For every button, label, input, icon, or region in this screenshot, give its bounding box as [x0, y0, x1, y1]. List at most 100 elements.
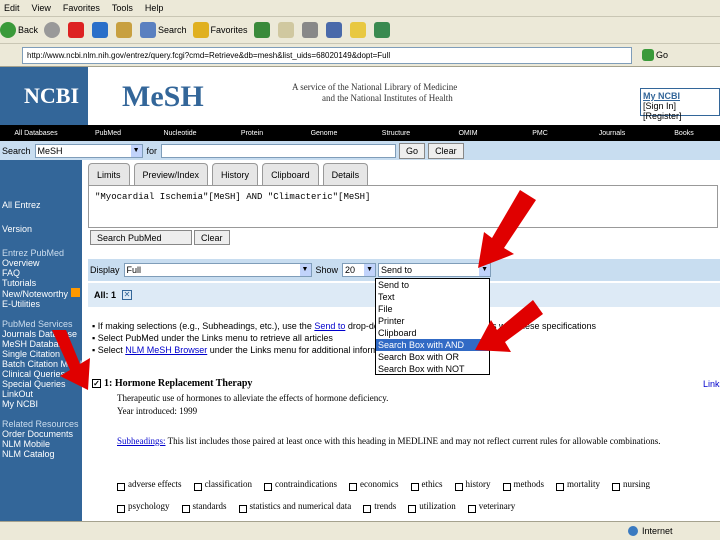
favorites-button[interactable]: Favorites	[192, 22, 248, 38]
search-row: Search MeSH ▼ for Go Clear	[0, 141, 720, 160]
menu-tools[interactable]: Tools	[112, 3, 133, 13]
display-format-select[interactable]: Full ▼	[123, 263, 312, 277]
checkbox-psychology[interactable]: psychology	[117, 501, 176, 517]
clear-search-button[interactable]: Clear	[428, 142, 464, 159]
tab-clipboard[interactable]: Clipboard	[262, 163, 319, 185]
database-select[interactable]: MeSH ▼	[34, 143, 143, 158]
forward-button[interactable]	[44, 22, 62, 38]
nav-structure[interactable]: Structure	[360, 130, 432, 137]
scissors-icon[interactable]: ✕	[122, 290, 133, 300]
dropdown-option-search-box-and[interactable]: Search Box with AND	[376, 339, 489, 351]
messenger-button[interactable]	[373, 22, 392, 38]
star-icon	[192, 22, 209, 38]
checkbox-standards[interactable]: standards	[181, 501, 233, 517]
query-textarea[interactable]: "Myocardial Ischemia"[MeSH] AND "Climact…	[88, 185, 718, 228]
show-count-select[interactable]: 20 ▼	[342, 263, 377, 277]
go-search-button[interactable]: Go	[399, 142, 426, 159]
mail-icon	[277, 22, 294, 38]
tab-history[interactable]: History	[212, 163, 259, 185]
chevron-down-icon: ▼	[130, 144, 142, 157]
annotation-arrow-icon	[475, 300, 543, 352]
checkbox-classification[interactable]: classification	[193, 479, 258, 495]
sidebar-nlm-mobile[interactable]: NLM Mobile	[0, 439, 82, 449]
checkbox-methods[interactable]: methods	[502, 479, 551, 495]
print-button[interactable]	[301, 22, 320, 38]
tab-details[interactable]: Details	[322, 163, 369, 185]
dropdown-option-text[interactable]: Text	[376, 291, 489, 303]
mesh-logo: MeSH	[122, 80, 204, 113]
menu-help[interactable]: Help	[145, 3, 164, 13]
checkbox-ethics[interactable]: ethics	[410, 479, 449, 495]
my-ncbi-link[interactable]: My NCBI	[643, 91, 717, 101]
nav-nucleotide[interactable]: Nucleotide	[144, 130, 216, 137]
nav-pmc[interactable]: PMC	[504, 130, 576, 137]
subheadings-note: Subheadings: This list includes those pa…	[117, 436, 661, 446]
signin-links[interactable]: [Sign In] [Register]	[643, 101, 717, 121]
sidebar-order-documents[interactable]: Order Documents	[0, 429, 82, 439]
mail-button[interactable]	[277, 22, 296, 38]
links-link[interactable]: Links	[703, 379, 720, 389]
media-button[interactable]	[253, 22, 272, 38]
checkbox-trends[interactable]: trends	[363, 501, 402, 517]
clear-query-button[interactable]: Clear	[194, 230, 230, 245]
menu-edit[interactable]: Edit	[4, 3, 20, 13]
nav-journals[interactable]: Journals	[576, 130, 648, 137]
nav-genome[interactable]: Genome	[288, 130, 360, 137]
tab-limits[interactable]: Limits	[88, 163, 130, 185]
search-button[interactable]: Search	[140, 22, 187, 38]
sidebar-linkout[interactable]: LinkOut	[0, 389, 82, 399]
dropdown-option-send-to[interactable]: Send to	[376, 279, 489, 291]
checkbox-mortality[interactable]: mortality	[556, 479, 606, 495]
back-button[interactable]: Back	[0, 22, 38, 38]
nlm-mesh-browser-link[interactable]: NLM MeSH Browser	[125, 345, 207, 355]
stop-button[interactable]	[68, 22, 86, 38]
url-field[interactable]: http://www.ncbi.nlm.nih.gov/entrez/query…	[22, 46, 632, 64]
nav-omim[interactable]: OMIM	[432, 130, 504, 137]
sidebar-e-utilities[interactable]: E-Utilities	[0, 299, 82, 309]
dropdown-option-search-box-not[interactable]: Search Box with NOT	[376, 363, 489, 375]
ncbi-banner[interactable]: NCBI	[0, 67, 88, 125]
sidebar-all-entrez[interactable]: All Entrez	[0, 200, 82, 210]
go-button[interactable]: Go	[642, 49, 668, 61]
annotation-arrow-icon	[478, 190, 536, 268]
dropdown-option-search-box-or[interactable]: Search Box with OR	[376, 351, 489, 363]
address-bar: http://www.ncbi.nlm.nih.gov/entrez/query…	[0, 44, 720, 67]
nav-books[interactable]: Books	[648, 130, 720, 137]
sidebar-new-noteworthy[interactable]: New/Noteworthy	[0, 288, 82, 299]
dropdown-option-clipboard[interactable]: Clipboard	[376, 327, 489, 339]
sidebar-faq[interactable]: FAQ	[0, 268, 82, 278]
checkbox-nursing[interactable]: nursing	[612, 479, 656, 495]
search-pubmed-button[interactable]: Search PubMed	[90, 230, 192, 245]
tab-preview-index[interactable]: Preview/Index	[133, 163, 209, 185]
discuss-button[interactable]	[349, 22, 368, 38]
nav-all-databases[interactable]: All Databases	[0, 130, 72, 137]
sidebar-tutorials[interactable]: Tutorials	[0, 278, 82, 288]
sidebar-my-ncbi[interactable]: My NCBI	[0, 399, 82, 409]
search-input[interactable]	[161, 143, 397, 158]
checkbox-contraindications[interactable]: contraindications	[264, 479, 343, 495]
sidebar-nlm-catalog[interactable]: NLM Catalog	[0, 449, 82, 459]
menu-favorites[interactable]: Favorites	[63, 3, 100, 13]
checkbox-economics[interactable]: economics	[349, 479, 405, 495]
edit-button[interactable]	[325, 22, 344, 38]
nav-protein[interactable]: Protein	[216, 130, 288, 137]
dropdown-option-printer[interactable]: Printer	[376, 315, 489, 327]
sidebar-overview[interactable]: Overview	[0, 258, 82, 268]
word-icon	[325, 22, 342, 38]
menu-view[interactable]: View	[32, 3, 51, 13]
dropdown-option-file[interactable]: File	[376, 303, 489, 315]
checkbox-veterinary[interactable]: veterinary	[467, 501, 521, 517]
checkbox-adverse-effects[interactable]: adverse effects	[117, 479, 188, 495]
sidebar-version[interactable]: Version	[0, 224, 82, 234]
home-button[interactable]	[116, 22, 134, 38]
discuss-icon	[349, 22, 366, 38]
all-results-tab[interactable]: All: 1	[94, 290, 116, 300]
send-to-link[interactable]: Send to	[314, 321, 345, 331]
checkbox-statistics[interactable]: statistics and numerical data	[238, 501, 358, 517]
subheadings-link[interactable]: Subheadings:	[117, 436, 166, 446]
sidebar-related-resources: Related Resources	[2, 419, 79, 429]
nav-pubmed[interactable]: PubMed	[72, 130, 144, 137]
refresh-button[interactable]	[92, 22, 110, 38]
checkbox-history[interactable]: history	[454, 479, 497, 495]
checkbox-utilization[interactable]: utilization	[408, 501, 462, 517]
